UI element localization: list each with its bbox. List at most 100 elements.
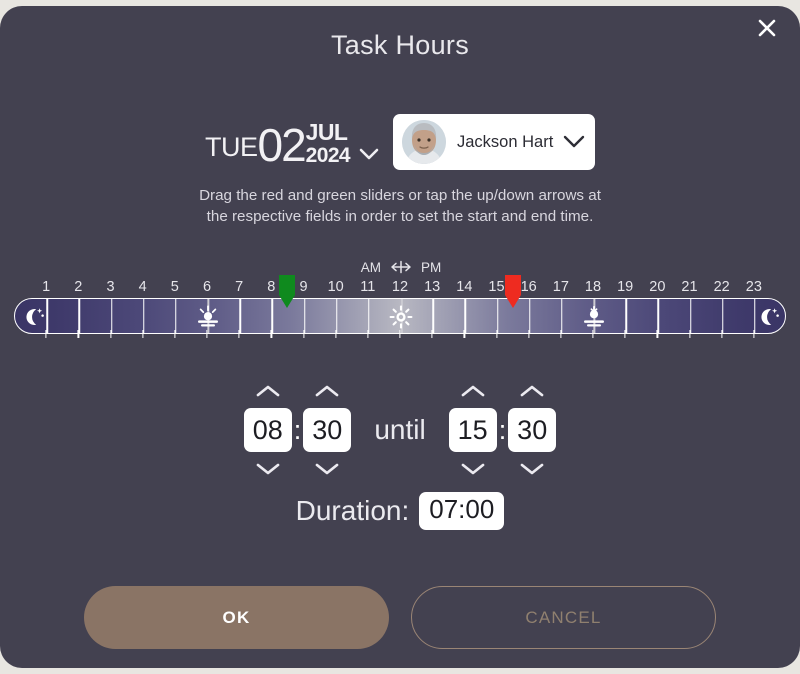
- end-minute-up-button[interactable]: [515, 380, 549, 402]
- timeline: AM PM 1 2 3 4 5 6 7 8 9 10 11 12 13 14 15 16 17 18 19 20 21 2…: [0, 258, 800, 343]
- hour-label-12: 12: [391, 279, 409, 295]
- hour-tick: [528, 299, 531, 333]
- hour-subtick: [399, 330, 401, 338]
- end-hour-input[interactable]: 15: [448, 408, 497, 452]
- hour-tick: [368, 299, 370, 333]
- hour-subtick: [174, 330, 176, 338]
- hour-subtick: [624, 330, 626, 338]
- hour-label-1: 1: [42, 279, 51, 295]
- hour-tick-labels: 1 2 3 4 5 6 7 8 9 10 11 12 13 14 15 16 17 18 19 20 21 22 23: [14, 277, 786, 297]
- hour-tick: [496, 299, 499, 333]
- hour-subtick: [206, 330, 208, 338]
- hour-subtick: [431, 330, 433, 338]
- hour-tick: [303, 299, 306, 333]
- date-month: JUL: [305, 119, 348, 145]
- hour-subtick: [592, 330, 594, 338]
- end-hour-down-button[interactable]: [456, 458, 490, 480]
- until-label: until: [374, 414, 426, 445]
- timeline-track[interactable]: [14, 298, 786, 334]
- start-hour-input[interactable]: 08: [243, 408, 292, 452]
- duration-label: Duration:: [295, 494, 410, 526]
- date-weekday: TUE: [205, 132, 258, 162]
- hour-label-16: 16: [520, 279, 537, 295]
- hour-tick: [432, 299, 434, 333]
- end-minute-input[interactable]: 30: [508, 408, 557, 452]
- hour-tick: [239, 299, 241, 333]
- chevron-down-icon: [563, 135, 585, 149]
- hour-label-13: 13: [424, 279, 441, 295]
- hour-label-14: 14: [456, 279, 473, 295]
- screen: Task Hours TUE 02 JUL 2024 Jackson Hart …: [0, 0, 800, 674]
- start-minute-stepper: 30: [302, 380, 352, 480]
- hour-tick: [110, 299, 113, 333]
- hour-label-11: 11: [360, 279, 376, 295]
- start-hour-down-button[interactable]: [251, 458, 285, 480]
- hour-subtick: [109, 330, 112, 338]
- hour-subtick: [753, 330, 755, 338]
- hour-subtick: [302, 330, 305, 338]
- cancel-button[interactable]: CANCEL: [411, 586, 716, 649]
- hour-tick: [175, 299, 177, 333]
- duration-value: 07:00: [419, 492, 505, 530]
- start-hour-up-button[interactable]: [251, 380, 285, 402]
- task-hours-dialog: Task Hours TUE 02 JUL 2024 Jackson Hart …: [0, 6, 800, 668]
- hour-label-9: 9: [299, 279, 308, 295]
- hour-label-5: 5: [170, 279, 179, 295]
- hour-tick: [721, 299, 724, 333]
- hour-subtick: [270, 330, 272, 338]
- pm-label: PM: [421, 259, 442, 275]
- start-time-group: 08 : 30: [243, 380, 353, 480]
- hour-label-15: 15: [488, 279, 505, 295]
- start-minute-input[interactable]: 30: [303, 408, 352, 452]
- date-person-row: TUE 02 JUL 2024 Jackson Hart: [0, 110, 800, 174]
- hour-tick: [78, 299, 81, 333]
- close-icon[interactable]: [750, 14, 784, 48]
- hour-subtick: [528, 330, 530, 338]
- person-select[interactable]: Jackson Hart: [393, 114, 595, 170]
- hour-label-21: 21: [681, 279, 698, 295]
- hour-label-10: 10: [327, 279, 344, 295]
- hour-label-8: 8: [267, 279, 276, 295]
- end-hour-up-button[interactable]: [456, 380, 490, 402]
- hour-subtick: [77, 330, 79, 338]
- hour-label-4: 4: [138, 279, 147, 295]
- date-picker[interactable]: TUE 02 JUL 2024: [205, 119, 379, 171]
- hour-label-7: 7: [235, 279, 244, 295]
- start-minute-down-button[interactable]: [310, 458, 344, 480]
- end-hour-stepper: 15: [448, 380, 498, 480]
- moon-stars-icon: [19, 299, 49, 333]
- start-hour-stepper: 08: [243, 380, 293, 480]
- end-time-group: 15 : 30: [448, 380, 558, 480]
- date-day: 02: [257, 119, 307, 171]
- start-minute-up-button[interactable]: [310, 380, 344, 402]
- hour-subtick: [335, 330, 337, 338]
- hour-label-22: 22: [713, 279, 730, 295]
- sunrise-icon: [193, 299, 223, 333]
- end-time-slider-handle[interactable]: [504, 275, 522, 309]
- hour-tick: [335, 299, 338, 333]
- end-time-separator: :: [498, 414, 507, 445]
- hour-subtick: [721, 330, 723, 338]
- ok-button[interactable]: OK: [84, 586, 389, 649]
- sun-icon: [386, 299, 416, 333]
- hour-subtick: [656, 330, 658, 338]
- hour-label-17: 17: [552, 279, 569, 295]
- end-minute-down-button[interactable]: [515, 458, 549, 480]
- hour-subtick: [688, 330, 691, 338]
- hour-label-3: 3: [106, 279, 115, 295]
- page-title: Task Hours: [330, 30, 470, 60]
- time-fields: 08 : 30 until 15: 30: [0, 372, 800, 488]
- hour-subtick: [142, 330, 144, 338]
- hour-subtick: [495, 330, 498, 338]
- am-pm-divider: AM PM: [355, 258, 447, 276]
- person-name: Jackson Hart: [457, 132, 554, 151]
- start-time-slider-handle[interactable]: [278, 275, 296, 309]
- hour-tick: [271, 299, 274, 333]
- hour-tick: [464, 299, 467, 333]
- instructions-text: Drag the red and green sliders or tap th…: [199, 187, 601, 225]
- hour-tick: [657, 299, 660, 333]
- hour-subtick: [560, 330, 562, 338]
- hour-tick: [625, 299, 627, 333]
- date-month-year: JUL 2024: [305, 119, 351, 167]
- hour-subtick: [45, 330, 47, 338]
